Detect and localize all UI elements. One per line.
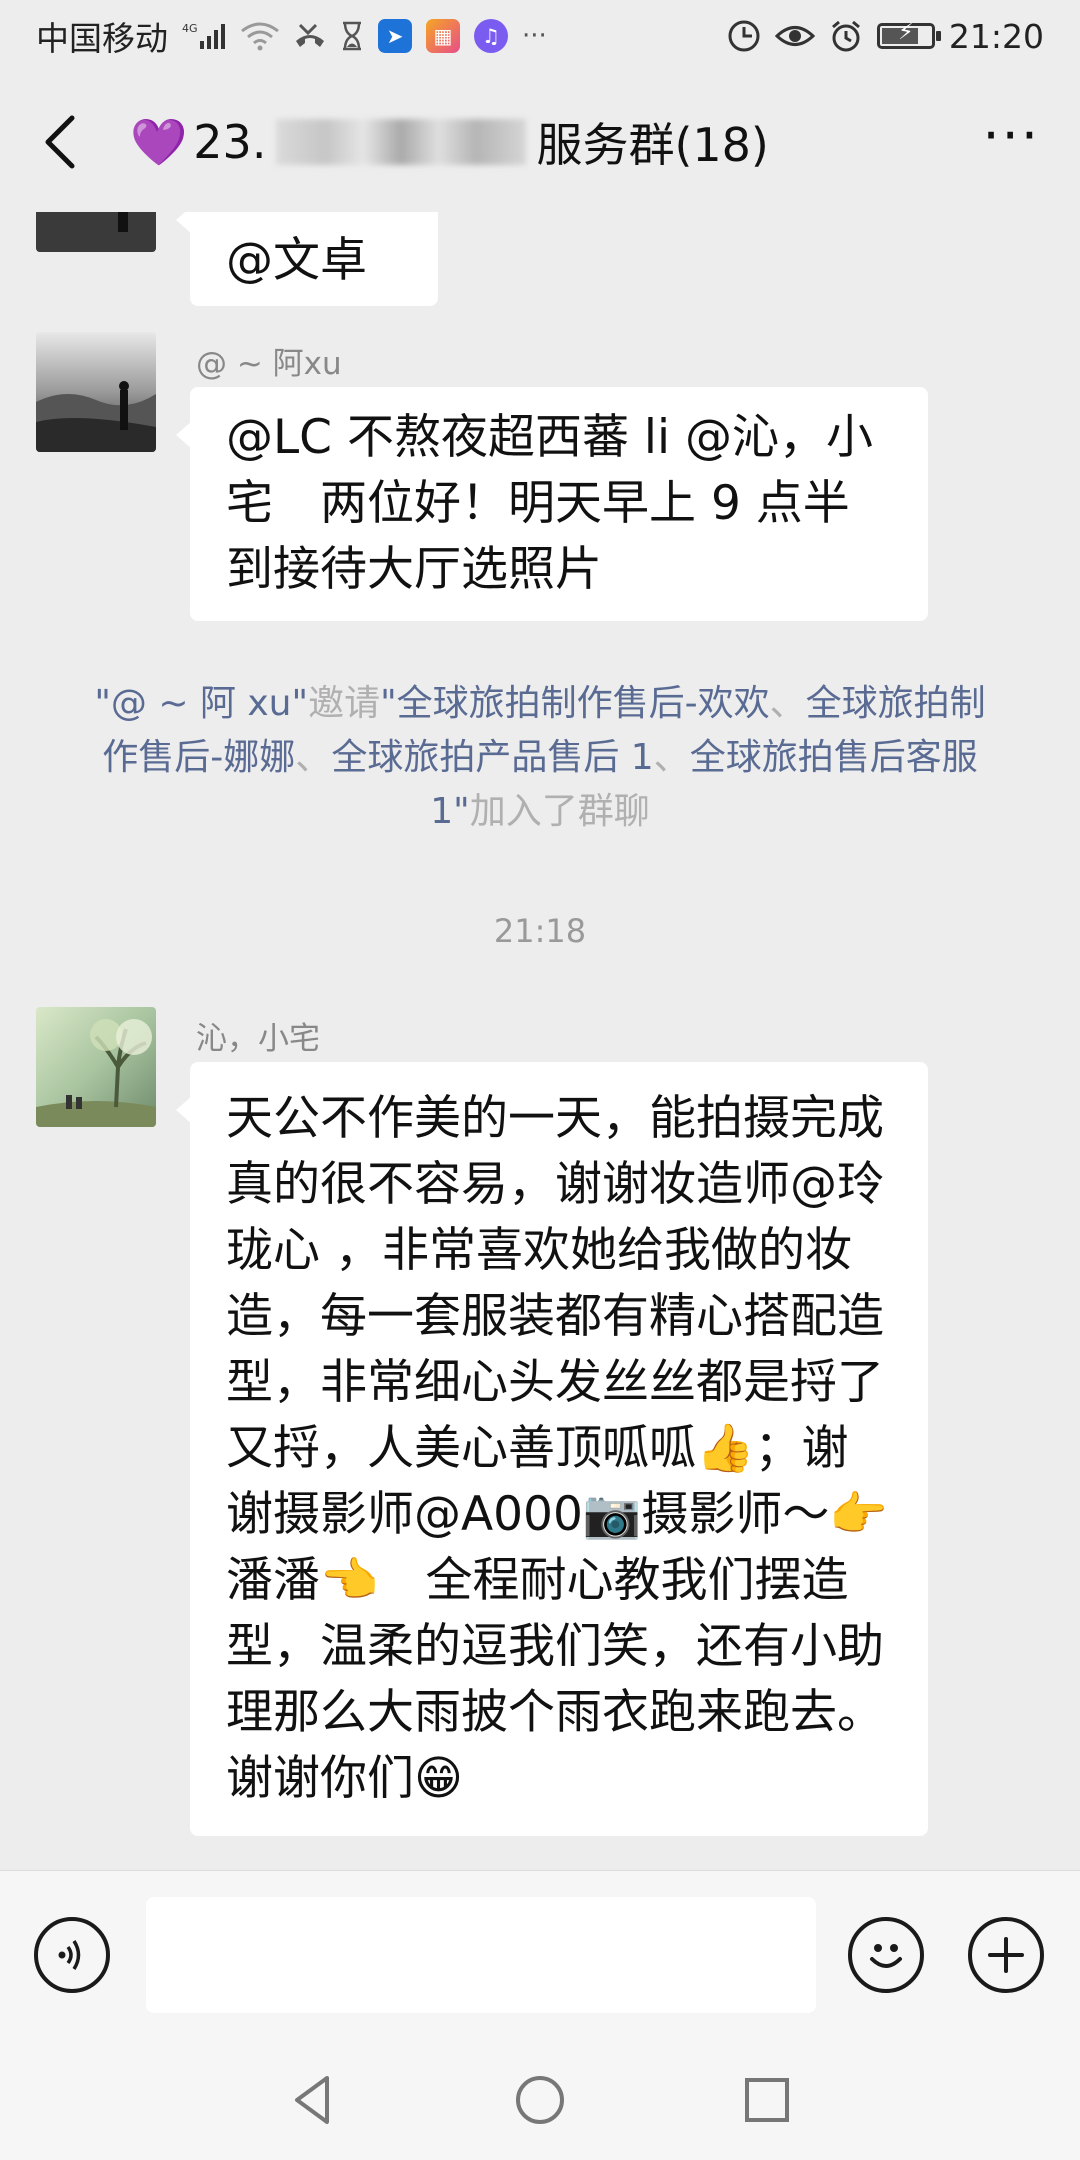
- chat-title: 💜 23. 服务群(18): [130, 109, 769, 175]
- voice-button[interactable]: [34, 1917, 110, 1993]
- network-type-label: 4G: [182, 22, 198, 35]
- carrier-label: 中国移动: [36, 19, 168, 58]
- battery-icon: ⚡: [876, 20, 941, 49]
- plus-button[interactable]: [968, 1917, 1044, 1993]
- message-text: 天公不作美的一天，能拍摄完成真的很不容易，谢谢妆造师@玲珑心 ，非常喜欢她给我做…: [226, 1091, 888, 1806]
- status-time: 21:20: [948, 16, 1044, 56]
- separator: 、: [769, 683, 806, 724]
- invite-word: 邀请: [308, 683, 381, 724]
- separator: 、: [295, 737, 332, 778]
- invitee-link[interactable]: "全球旅拍制作售后-欢欢: [380, 683, 770, 724]
- message-list[interactable]: @文卓 @ ~ 阿xu @LC 不熬夜超西蕃 li @沁，小宅 两位好！明天早上…: [0, 212, 1080, 1870]
- missed-call-icon: [294, 21, 326, 51]
- invitee-link[interactable]: 全球旅拍产品售后 1: [331, 737, 653, 778]
- separator: 、: [653, 737, 690, 778]
- app-notification-icon: ▦: [426, 19, 460, 53]
- status-bar: 中国移动 4G ➤ ▦ ♫ ··· ⚡ 21:20: [0, 0, 1080, 72]
- message-text: @文卓: [226, 233, 367, 288]
- wifi-icon: [240, 21, 280, 51]
- chat-title-suffix: 服务群(18): [536, 118, 769, 172]
- plus-icon: [988, 1937, 1024, 1973]
- chat-header: 💜 23. 服务群(18) ···: [0, 72, 1080, 212]
- voice-icon: [58, 1940, 81, 1970]
- hourglass-icon: [340, 21, 364, 51]
- emoji-button[interactable]: [848, 1917, 924, 1993]
- status-left: 中国移动 4G ➤ ▦ ♫ ···: [36, 12, 547, 60]
- chat-title-prefix: 23.: [193, 115, 267, 169]
- app-notification-icon: ➤: [378, 19, 412, 53]
- avatar[interactable]: [36, 212, 156, 252]
- eye-comfort-icon: [774, 21, 815, 51]
- timestamp: 21:18: [493, 912, 587, 950]
- music-app-icon: ♫: [474, 19, 508, 53]
- purple-heart-icon: 💜: [130, 114, 188, 169]
- joined-text: 加入了群聊: [469, 791, 650, 832]
- redacted-title-part: [276, 119, 527, 165]
- input-bar: [0, 1870, 1080, 2041]
- message-bubble[interactable]: @文卓: [176, 212, 438, 306]
- signal-icon: 4G: [182, 21, 226, 51]
- avatar[interactable]: [36, 1007, 156, 1127]
- system-navigation-bar: [0, 2040, 1080, 2160]
- sender-name: 沁，小宅: [196, 1021, 320, 1057]
- message-bubble[interactable]: 天公不作美的一天，能拍摄完成真的很不容易，谢谢妆造师@玲珑心 ，非常喜欢她给我做…: [176, 1062, 928, 1836]
- inviter-link[interactable]: "@ ~ 阿 xu": [94, 683, 308, 724]
- more-notifications-icon: ···: [522, 21, 547, 51]
- more-button[interactable]: ···: [983, 109, 1041, 163]
- system-notice: "@ ~ 阿 xu"邀请"全球旅拍制作售后-欢欢、全球旅拍制作售后-娜娜、全球旅…: [90, 677, 990, 839]
- sender-name: @ ~ 阿xu: [196, 346, 342, 382]
- square-recent-icon[interactable]: [737, 2070, 797, 2130]
- circle-home-icon[interactable]: [510, 2070, 570, 2130]
- avatar[interactable]: [36, 332, 156, 452]
- chevron-left-icon: [45, 115, 75, 169]
- back-button[interactable]: [0, 72, 120, 212]
- alarm-icon: [829, 19, 863, 53]
- message-input[interactable]: [146, 1897, 816, 2013]
- triangle-back-icon[interactable]: [283, 2070, 343, 2130]
- more-icon: ···: [982, 104, 1040, 167]
- data-saver-icon: [727, 19, 761, 53]
- emoji-icon: [870, 1944, 902, 1968]
- message-bubble[interactable]: @LC 不熬夜超西蕃 li @沁，小宅 两位好！明天早上 9 点半到接待大厅选照…: [176, 387, 928, 621]
- message-text: @LC 不熬夜超西蕃 li @沁，小宅 两位好！明天早上 9 点半到接待大厅选照…: [226, 410, 873, 597]
- status-right: ⚡ 21:20: [727, 17, 1044, 56]
